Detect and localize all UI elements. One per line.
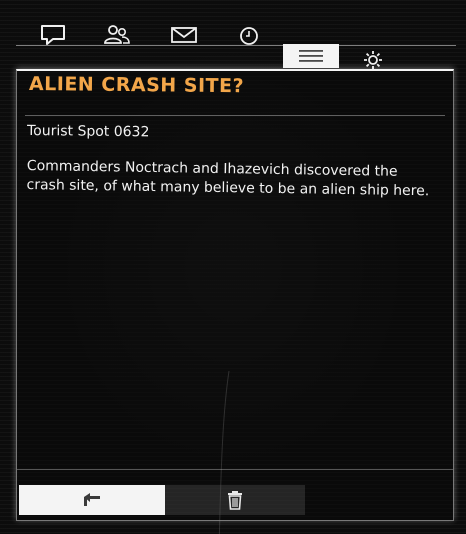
tab-clock[interactable]: [220, 22, 278, 48]
chat-icon: [41, 25, 65, 45]
tab-log[interactable]: [283, 44, 339, 68]
back-button[interactable]: [19, 485, 165, 515]
tab-contacts[interactable]: [88, 22, 146, 48]
tab-mail[interactable]: [155, 22, 213, 48]
entry-description: Commanders Noctrach and Ihazevich discov…: [26, 157, 430, 200]
mail-icon: [171, 27, 197, 43]
footer-divider: [17, 469, 453, 470]
clock-icon: [240, 27, 258, 45]
entry-system-name: Tourist Spot 0632: [26, 123, 150, 141]
menu-list-icon: [299, 50, 323, 62]
contacts-icon: [104, 25, 130, 44]
delete-button[interactable]: [165, 485, 305, 515]
entry-title: ALIEN CRASH SITE?: [28, 73, 245, 98]
tab-chat[interactable]: [24, 22, 82, 48]
trash-icon: [228, 491, 242, 510]
title-divider: [25, 115, 445, 116]
log-entry-panel: ALIEN CRASH SITE? Tourist Spot 0632 Comm…: [16, 69, 454, 534]
back-arrow-icon: [84, 493, 100, 506]
settings-gear-icon: [364, 51, 382, 69]
